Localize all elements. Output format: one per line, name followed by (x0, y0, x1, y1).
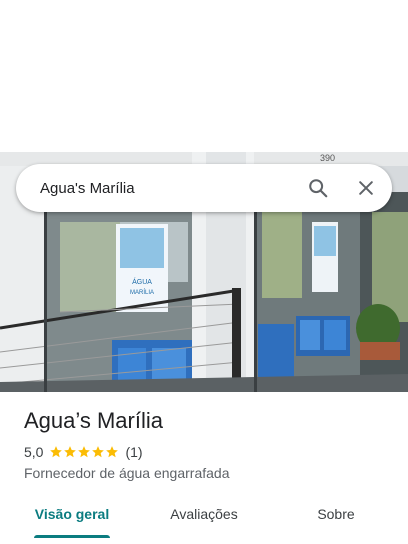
place-title: Agua’s Marília (24, 408, 163, 433)
review-count[interactable]: (1) (125, 444, 142, 460)
close-icon (359, 181, 373, 195)
star-icon (64, 446, 77, 458)
search-button[interactable] (298, 168, 338, 208)
tab-about-label: Sobre (317, 506, 355, 522)
tab-overview-label: Visão geral (34, 506, 110, 522)
star-icon (92, 446, 105, 458)
active-tab-indicator (34, 535, 110, 538)
tab-reviews[interactable]: Avaliações (144, 496, 264, 532)
search-icon (309, 179, 328, 198)
place-tabs: Visão geral Avaliações Sobre (0, 496, 408, 538)
clear-search-button[interactable] (346, 168, 386, 208)
photo-sign-text-1: ÁGUA (132, 277, 152, 286)
star-icon (78, 446, 91, 458)
photo-sign-text-2: MARÍLIA (130, 289, 154, 296)
tab-reviews-label: Avaliações (170, 506, 238, 522)
search-bar[interactable]: Agua's Marília (16, 164, 392, 212)
building-number: 390 (320, 153, 335, 163)
star-icon (50, 446, 63, 458)
rating-value: 5,0 (24, 444, 44, 460)
place-category: Fornecedor de água engarrafada (24, 465, 230, 481)
tab-about[interactable]: Sobre (264, 496, 408, 532)
tab-overview[interactable]: Visão geral (0, 496, 144, 538)
star-icon (106, 446, 119, 458)
search-input[interactable]: Agua's Marília (40, 180, 298, 197)
rating-stars (49, 445, 119, 459)
rating-row[interactable]: 5,0 (1) (24, 444, 143, 460)
